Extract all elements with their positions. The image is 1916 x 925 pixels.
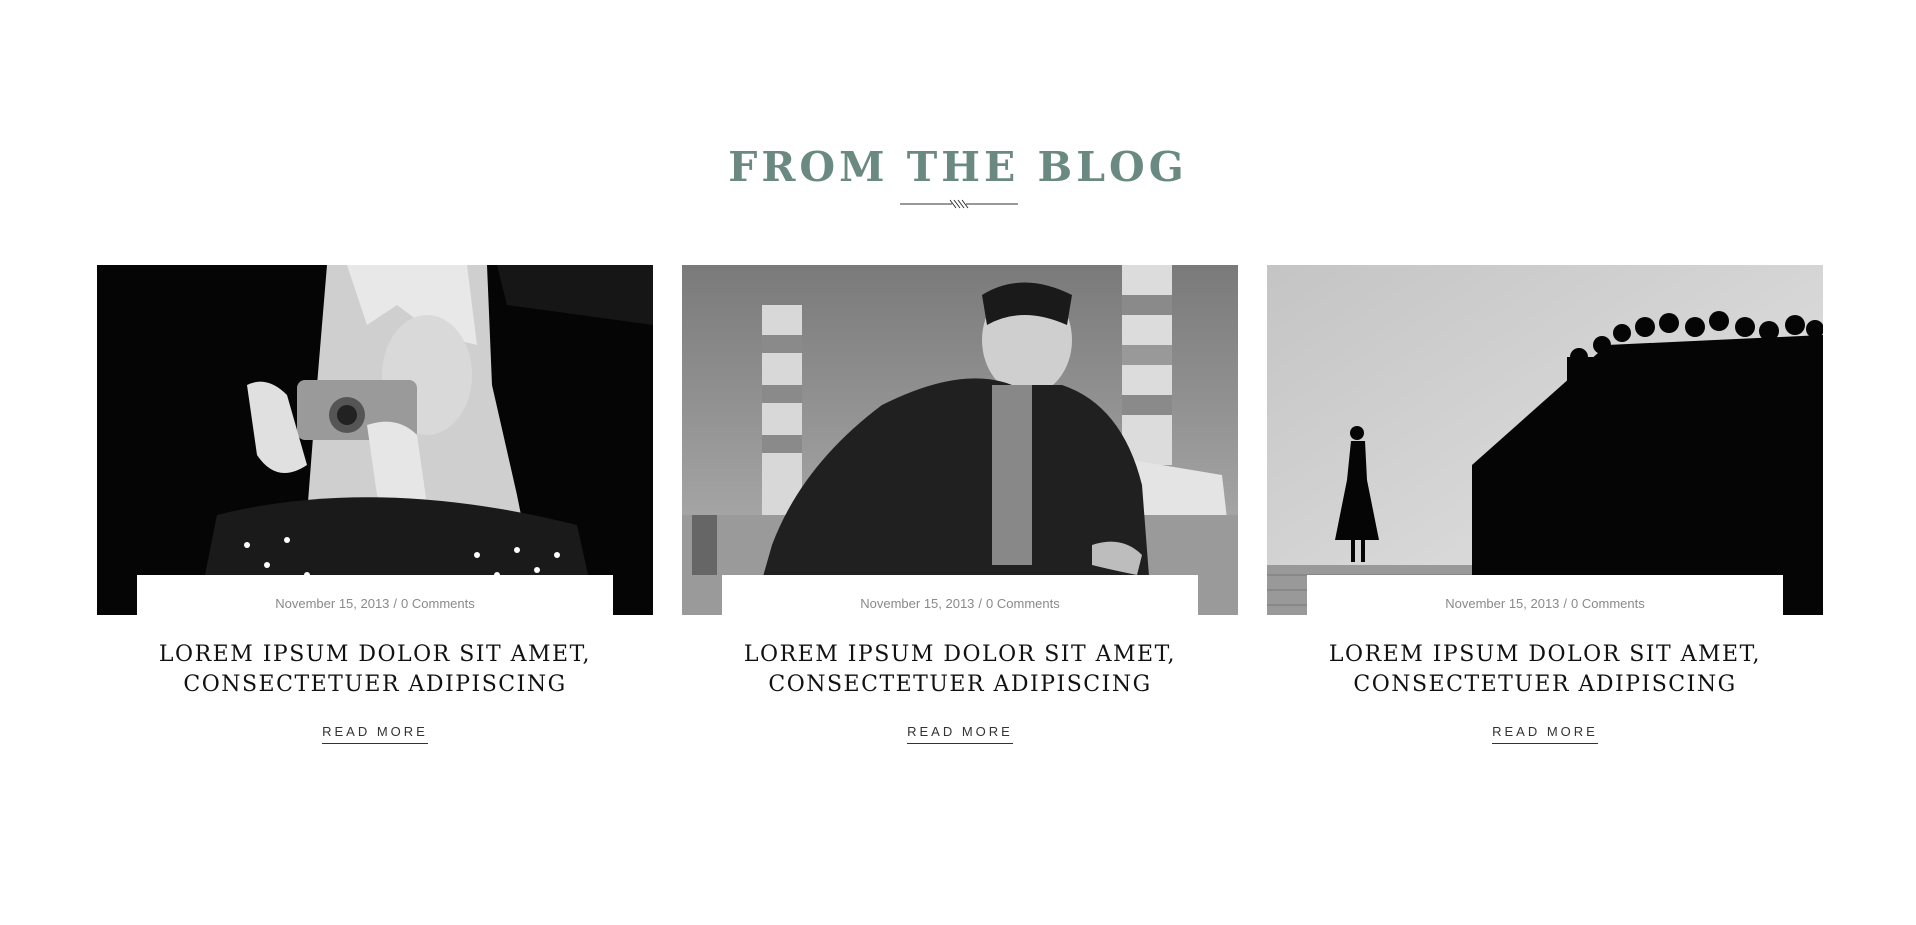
meta-separator: / bbox=[393, 596, 398, 611]
post-comments-link[interactable]: 0 Comments bbox=[986, 596, 1060, 611]
photo-runway-silhouette bbox=[1267, 265, 1823, 615]
blog-card: November 15, 2013 /0 Comments LOREM IPSUM… bbox=[682, 265, 1238, 765]
section-title: FROM THE BLOG bbox=[728, 143, 1188, 191]
post-date-link[interactable]: November 15, 2013 bbox=[275, 596, 389, 611]
read-more-wrapper: READ MORE bbox=[1267, 723, 1823, 744]
post-comments-link[interactable]: 0 Comments bbox=[401, 596, 475, 611]
post-date-link[interactable]: November 15, 2013 bbox=[1445, 596, 1559, 611]
read-more-wrapper: READ MORE bbox=[682, 723, 1238, 744]
blog-cards: November 15, 2013/0 Comments LOREM IPSUM… bbox=[97, 265, 1823, 765]
post-title[interactable]: LOREM IPSUM DOLOR SIT AMET, CONSECTETUER… bbox=[1267, 640, 1823, 700]
photo-man-jacket bbox=[682, 265, 1238, 615]
read-more-link[interactable]: READ MORE bbox=[1492, 724, 1598, 744]
post-title-line-2: CONSECTETUER ADIPISCING bbox=[768, 672, 1152, 697]
ornament-divider-icon bbox=[900, 199, 1018, 209]
photo-woman-camera bbox=[97, 265, 653, 615]
post-image[interactable] bbox=[682, 265, 1238, 615]
post-meta: November 15, 2013 /0 Comments bbox=[97, 596, 653, 611]
meta-separator: / bbox=[978, 596, 983, 611]
post-meta: November 15, 2013 /0 Comments bbox=[1267, 596, 1823, 611]
post-title[interactable]: LOREM IPSUM DOLOR SIT AMET, CONSECTETUER… bbox=[682, 640, 1238, 700]
read-more-wrapper: READ MORE bbox=[97, 723, 653, 744]
post-meta: November 15, 2013 /0 Comments bbox=[682, 596, 1238, 611]
post-title-line-2: CONSECTETUER ADIPISCING bbox=[1353, 672, 1737, 697]
post-image[interactable] bbox=[97, 265, 653, 615]
blog-card: November 15, 2013 /0 Comments LOREM IPSUM… bbox=[1267, 265, 1823, 765]
post-title-line-1: LOREM IPSUM DOLOR SIT AMET, bbox=[743, 642, 1177, 667]
post-title-line-2: CONSECTETUER ADIPISCING bbox=[183, 672, 567, 697]
read-more-link[interactable]: READ MORE bbox=[322, 724, 428, 744]
blog-section: FROM THE BLOG November 15, 2013 / 0 Comm… bbox=[0, 0, 1916, 925]
post-title[interactable]: LOREM IPSUM DOLOR SIT AMET, CONSECTETUER… bbox=[97, 640, 653, 700]
read-more-link[interactable]: READ MORE bbox=[907, 724, 1013, 744]
post-title-line-1: LOREM IPSUM DOLOR SIT AMET, bbox=[158, 642, 592, 667]
post-comments-link[interactable]: 0 Comments bbox=[1571, 596, 1645, 611]
meta-separator: / bbox=[1563, 596, 1568, 611]
post-image[interactable] bbox=[1267, 265, 1823, 615]
blog-card: November 15, 2013 /0 Comments LOREM IPSUM… bbox=[97, 265, 653, 765]
post-date-link[interactable]: November 15, 2013 bbox=[860, 596, 974, 611]
post-title-line-1: LOREM IPSUM DOLOR SIT AMET, bbox=[1328, 642, 1762, 667]
